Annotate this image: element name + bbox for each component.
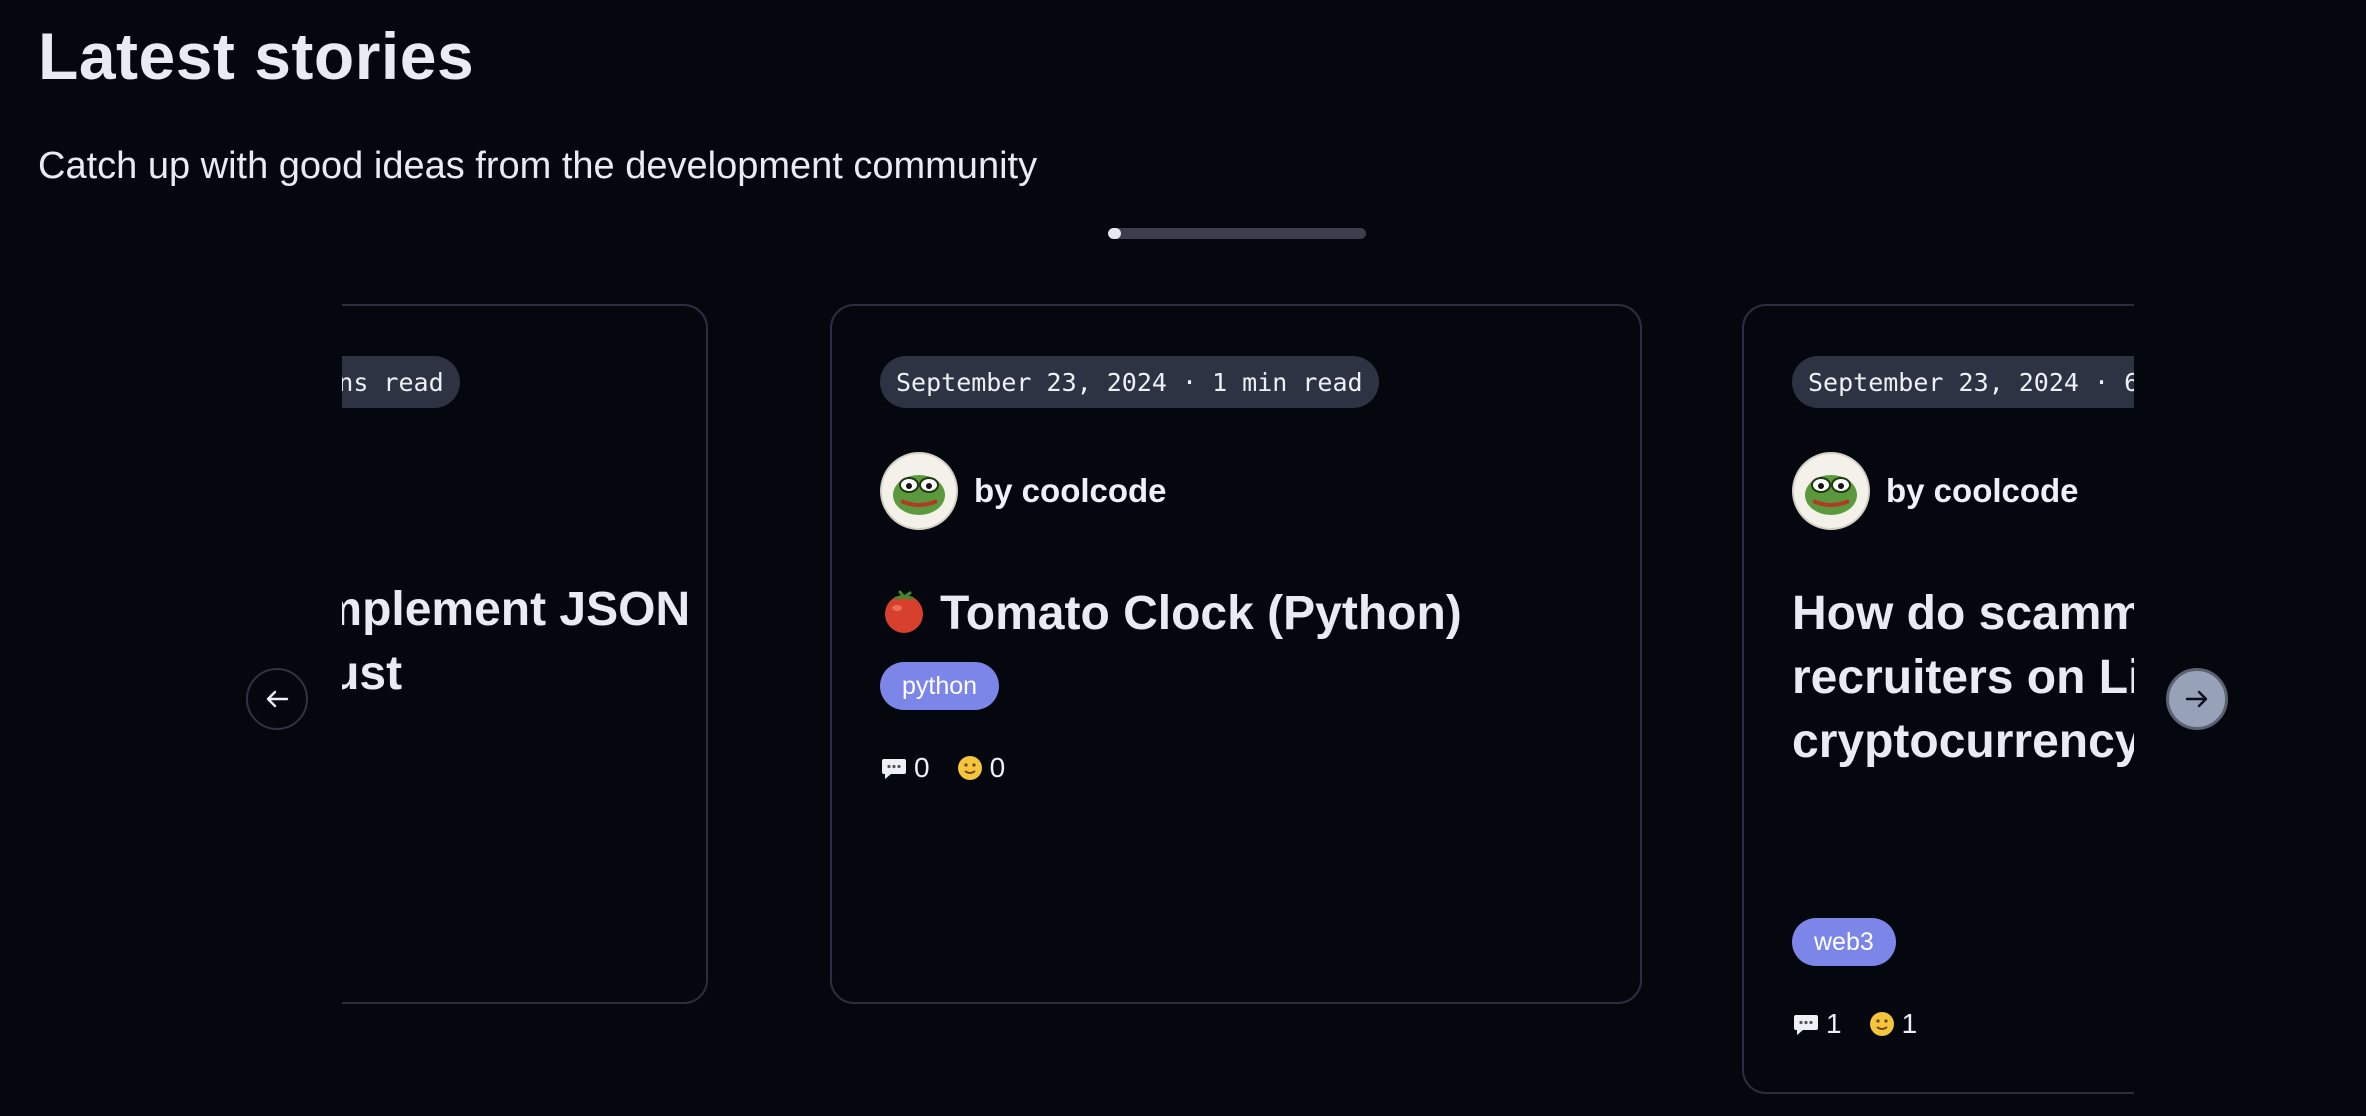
arrow-right-icon <box>2185 690 2208 708</box>
story-date-pill: September 23, 2024 · 1 min read <box>880 356 1379 408</box>
smiley-icon <box>1869 1012 1894 1036</box>
reaction-count-value: 1 <box>1901 1008 1918 1039</box>
comment-count[interactable]: 0 <box>880 752 930 784</box>
arrow-left-icon <box>266 690 289 708</box>
story-tag[interactable]: web3 <box>1792 918 1896 966</box>
carousel-prev-button[interactable] <box>246 668 308 730</box>
carousel-progress-bar <box>1108 228 1366 239</box>
story-title-text: Tomato Clock (Python) <box>940 587 1462 640</box>
section-subtitle: Catch up with good ideas from the develo… <box>38 145 1038 187</box>
story-card[interactable]: September 23, 2024 · 1 min read by coolc… <box>830 304 1642 1004</box>
story-date-pill: September 23, 2024 · 6 mins read <box>1792 356 2134 408</box>
story-reactions: 0 0 <box>880 752 1031 784</box>
story-card[interactable]: September 23, 2024 · 4 mins read How to … <box>342 304 708 1004</box>
reaction-count-value: 0 <box>989 752 1006 783</box>
story-date-pill: September 23, 2024 · 4 mins read <box>342 356 460 408</box>
story-title[interactable]: Tomato Clock (Python) <box>880 582 1640 652</box>
section-title: Latest stories <box>38 19 475 93</box>
story-reactions: 1 1 <box>1792 1008 1943 1040</box>
reaction-count[interactable]: 0 <box>956 752 1006 784</box>
reaction-count[interactable]: 1 <box>1868 1008 1918 1040</box>
stories-carousel[interactable]: September 23, 2024 · 4 mins read How to … <box>342 300 2134 1116</box>
avatar <box>880 452 958 530</box>
comment-count-value: 1 <box>1826 1008 1842 1039</box>
frog-avatar-icon <box>1805 475 1857 515</box>
speech-bubble-icon <box>1794 1015 1818 1035</box>
author-name: by coolcode <box>1886 472 2079 509</box>
tomato-icon <box>880 587 928 652</box>
comment-count[interactable]: 1 <box>1792 1008 1842 1040</box>
story-author[interactable]: by coolcode <box>880 452 1167 530</box>
latest-stories-page: Latest stories Catch up with good ideas … <box>0 0 2366 1116</box>
smiley-icon <box>957 756 982 780</box>
story-title[interactable]: How do scammers impersonate recruiters o… <box>1792 582 2134 774</box>
story-card[interactable]: September 23, 2024 · 6 mins read by cool… <box>1742 304 2134 1094</box>
frog-avatar-icon <box>893 475 945 515</box>
story-title[interactable]: How to Quickly Implement JSON Transfer U… <box>342 578 706 706</box>
story-author[interactable]: by coolcode <box>1792 452 2079 530</box>
author-name: by coolcode <box>974 472 1167 509</box>
carousel-next-button[interactable] <box>2166 668 2228 730</box>
carousel-progress-fill <box>1108 228 1121 239</box>
story-tag[interactable]: python <box>880 662 1000 710</box>
speech-bubble-icon <box>882 759 906 779</box>
avatar <box>1792 452 1870 530</box>
comment-count-value: 0 <box>914 752 930 783</box>
